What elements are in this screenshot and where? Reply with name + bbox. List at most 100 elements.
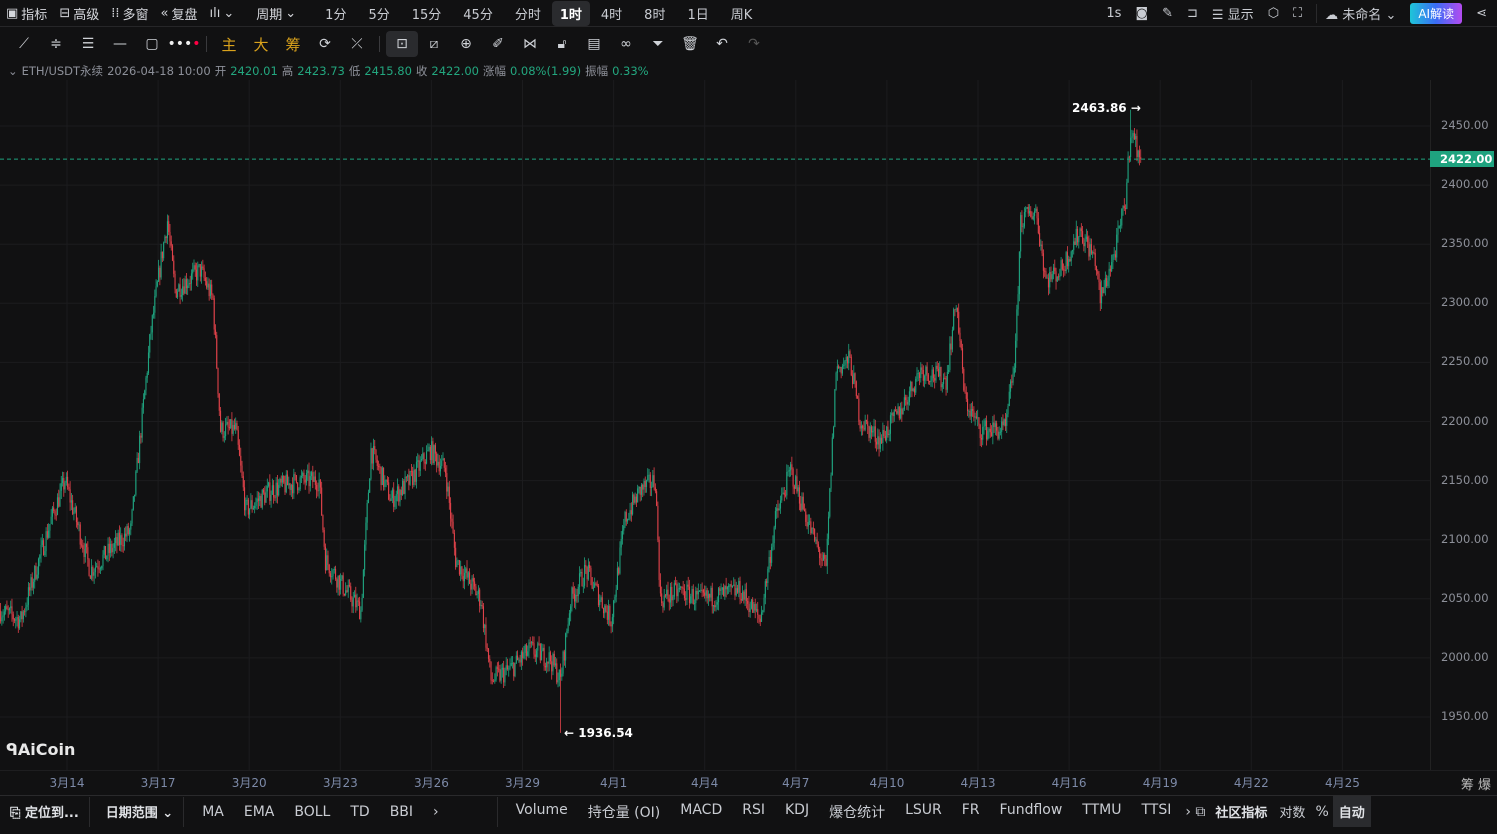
- multi-window-button[interactable]: ⁞⁞ 多窗: [105, 4, 154, 23]
- percent-scale-toggle[interactable]: %: [1311, 804, 1332, 820]
- candle-body: [231, 419, 233, 434]
- sub-indicator[interactable]: Volume: [506, 802, 578, 822]
- period-tab[interactable]: 1时: [551, 0, 590, 26]
- main-indicator[interactable]: MA: [192, 804, 234, 820]
- chart-type-dropdown[interactable]: ılı ⌄: [204, 6, 241, 21]
- link-icon[interactable]: ∞: [610, 31, 642, 57]
- brush-icon[interactable]: ✐: [482, 31, 514, 57]
- candle-body: [304, 479, 306, 483]
- more-main-indicators[interactable]: ›: [423, 804, 449, 820]
- bookmark-icon[interactable]: ⊡: [386, 31, 418, 57]
- more-tools-icon[interactable]: ••• •: [167, 31, 200, 57]
- period-tab[interactable]: 1分: [314, 4, 357, 23]
- period-tab[interactable]: 15分: [401, 4, 453, 23]
- candle-body: [929, 380, 931, 383]
- share-icon[interactable]: ⋖: [1476, 6, 1487, 21]
- sub-indicator[interactable]: MACD: [670, 802, 732, 822]
- zoom-icon[interactable]: ⊕: [450, 31, 482, 57]
- candle-body: [745, 589, 747, 602]
- main-indicator[interactable]: EMA: [234, 804, 285, 820]
- candle-body: [882, 430, 884, 443]
- sub-indicator[interactable]: TTMU: [1072, 802, 1131, 822]
- date-range-dropdown[interactable]: 日期范围 ⌄: [90, 802, 183, 821]
- main-indicator[interactable]: TD: [340, 804, 379, 820]
- candle-body: [669, 586, 672, 603]
- period-tab[interactable]: 5分: [357, 4, 400, 23]
- fullscreen-icon[interactable]: ⛶: [1293, 6, 1302, 21]
- trendline-icon[interactable]: ⟋: [8, 31, 40, 57]
- chip-button[interactable]: 筹: [1461, 778, 1474, 793]
- log-scale-toggle[interactable]: 对数: [1273, 802, 1311, 821]
- date-axis[interactable]: 3月14 3月17 3月20 3月23 3月26 3月29 4月1 4月4 4月7 4月10 4月1…: [0, 770, 1497, 794]
- candle-body: [906, 400, 908, 405]
- candle-body: [61, 478, 64, 484]
- ruler-icon[interactable]: ⧄: [418, 31, 450, 57]
- period-tab[interactable]: 45分: [452, 4, 504, 23]
- parallel-lines-icon[interactable]: ≑: [40, 31, 72, 57]
- candle-body: [453, 533, 455, 548]
- sub-indicator[interactable]: LSUR: [895, 802, 952, 822]
- candle-body: [173, 260, 175, 274]
- period-tab[interactable]: 4时: [590, 4, 633, 23]
- period-tab[interactable]: 8时: [633, 4, 676, 23]
- rectangle-icon[interactable]: ▢: [136, 31, 168, 57]
- locate-button[interactable]: ⎘ 定位到...: [0, 802, 89, 821]
- collapse-icon[interactable]: ⌄: [8, 64, 18, 78]
- sub-indicator[interactable]: Fundflow: [990, 802, 1073, 822]
- replay-button[interactable]: «复盘: [155, 4, 204, 23]
- chip-toggle[interactable]: 筹: [277, 31, 309, 57]
- horizontal-lines-icon[interactable]: ☰: [72, 31, 104, 57]
- big-order-toggle[interactable]: 大: [245, 31, 277, 57]
- main-indicator[interactable]: BOLL: [284, 804, 340, 820]
- edit-list-icon[interactable]: ▤: [578, 31, 610, 57]
- candle-body: [754, 604, 756, 611]
- candle-body: [353, 594, 356, 598]
- horizontal-ray-icon[interactable]: —: [104, 31, 136, 57]
- sync-draw-icon[interactable]: ⟳: [309, 31, 341, 57]
- auto-scale-toggle[interactable]: 自动: [1332, 796, 1371, 827]
- sub-indicator[interactable]: 持仓量 (OI): [578, 802, 671, 822]
- liquidation-button[interactable]: 爆: [1478, 778, 1491, 793]
- community-indicators[interactable]: 社区指标: [1209, 802, 1273, 821]
- magnet-icon[interactable]: ⋈: [514, 31, 546, 57]
- camera-icon[interactable]: ◙: [1135, 6, 1148, 21]
- indicators-button[interactable]: ▣ 指标: [0, 4, 53, 23]
- candle-body: [1093, 252, 1095, 254]
- main-indicator[interactable]: BBI: [380, 804, 423, 820]
- candle-body: [806, 521, 808, 527]
- layout-dropdown[interactable]: ☁ 未命名 ⌄: [1316, 4, 1396, 23]
- lock-icon[interactable]: 🔓︎: [546, 31, 578, 57]
- candle-body: [168, 221, 170, 232]
- filter-icon[interactable]: ⏷: [642, 31, 674, 57]
- sub-indicator[interactable]: KDJ: [775, 802, 819, 822]
- trash-icon[interactable]: 🗑︎: [674, 31, 706, 57]
- advanced-button[interactable]: ⊟ 高级: [53, 4, 105, 23]
- candle-body: [49, 524, 51, 531]
- period-tab[interactable]: 1日: [676, 4, 719, 23]
- candle-body: [303, 472, 305, 480]
- settings-icon[interactable]: ⬡: [1268, 6, 1279, 21]
- candlestick-chart[interactable]: [0, 80, 1430, 770]
- price-axis[interactable]: 2450.00 2400.00 2350.00 2300.00 2250.00 2200.…: [1430, 80, 1497, 770]
- sub-indicator[interactable]: FR: [952, 802, 990, 822]
- period-tab[interactable]: 周K: [720, 4, 764, 23]
- sub-indicator[interactable]: RSI: [732, 802, 775, 822]
- sub-indicator[interactable]: TTSI: [1131, 802, 1181, 822]
- period-tab[interactable]: 分时: [504, 4, 552, 23]
- candle-body: [632, 494, 634, 515]
- display-button[interactable]: ☰ 显示: [1212, 4, 1254, 23]
- sub-indicator[interactable]: 爆仓统计: [819, 802, 895, 822]
- candle-body: [697, 591, 699, 595]
- more-sub-indicators[interactable]: › ⧉: [1181, 804, 1209, 820]
- ai-interpret-button[interactable]: AI解读: [1410, 3, 1463, 24]
- hide-drawings-icon[interactable]: ⤫: [341, 31, 373, 57]
- period-dropdown[interactable]: 周期 ⌄: [250, 4, 302, 23]
- candle-body: [146, 373, 148, 378]
- pencil-icon[interactable]: ✎: [1162, 6, 1173, 21]
- redo-icon[interactable]: ↷: [738, 31, 770, 57]
- refresh-rate[interactable]: 1s: [1106, 6, 1121, 21]
- undo-icon[interactable]: ↶: [706, 31, 738, 57]
- main-chart-toggle[interactable]: 主: [213, 31, 245, 57]
- export-icon[interactable]: ⊐: [1187, 6, 1198, 21]
- candle-body: [250, 500, 252, 509]
